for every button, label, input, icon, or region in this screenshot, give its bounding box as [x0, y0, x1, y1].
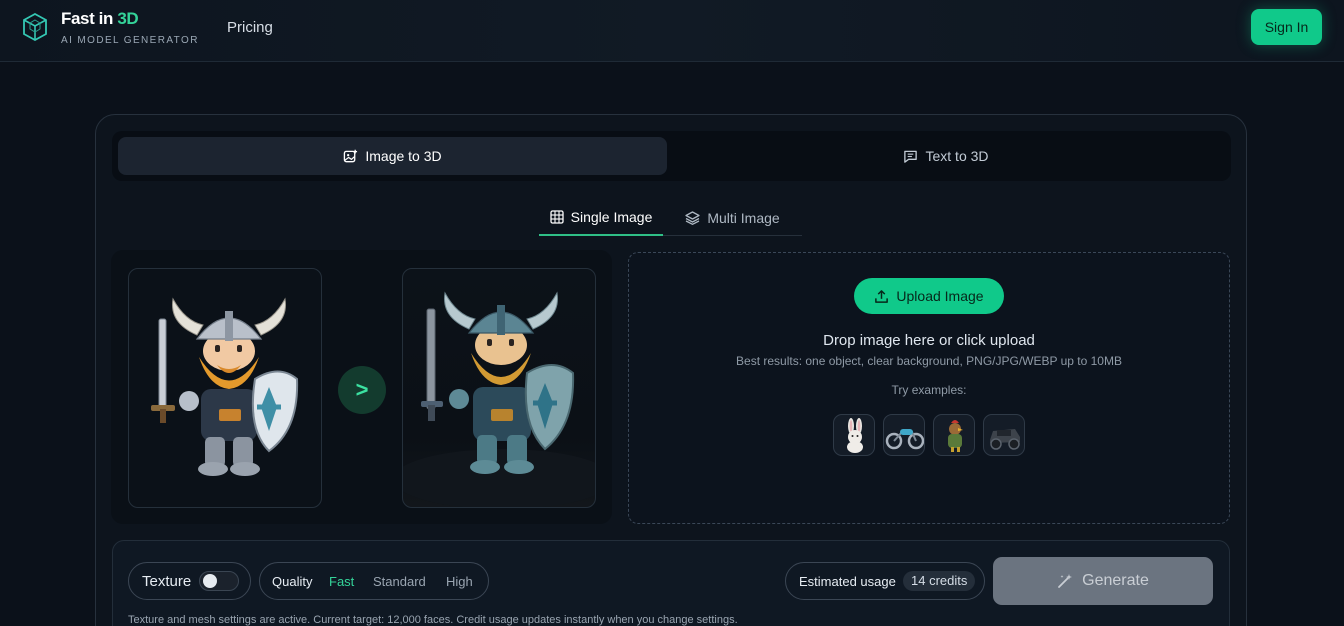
input-preview	[128, 268, 322, 508]
quality-option-high[interactable]: High	[446, 574, 473, 589]
example-knight-chicken[interactable]	[933, 414, 975, 456]
toggle-knob	[203, 574, 217, 588]
upload-image-button[interactable]: Upload Image	[854, 278, 1004, 314]
tab-multi-image[interactable]: Multi Image	[663, 200, 802, 235]
sign-in-button[interactable]: Sign In	[1251, 9, 1322, 45]
sub-tab-label: Multi Image	[707, 209, 780, 226]
tab-label: Image to 3D	[365, 148, 442, 164]
top-header: Fast in 3D AI MODEL GENERATOR Pricing Si…	[0, 0, 1344, 62]
magic-wand-icon	[1058, 574, 1073, 588]
sub-tabs: Single Image Multi Image	[539, 200, 802, 236]
example-offroad-vehicle[interactable]	[983, 414, 1025, 456]
usage-label: Estimated usage	[799, 573, 896, 589]
tab-label: Text to 3D	[925, 148, 989, 164]
grid-icon	[549, 210, 564, 224]
rabbit-example-icon	[847, 418, 863, 453]
texture-label: Texture	[142, 572, 192, 590]
example-rabbit[interactable]	[833, 414, 875, 456]
example-motorcycle[interactable]	[883, 414, 925, 456]
sub-tab-label: Single Image	[570, 209, 653, 225]
tab-image-to-3d[interactable]: Image to 3D	[118, 137, 667, 175]
brand-tagline: AI MODEL GENERATOR	[61, 35, 199, 46]
motorcycle-example-icon	[885, 429, 924, 450]
settings-footnote: Texture and mesh settings are active. Cu…	[128, 614, 738, 626]
quality-selector: Quality Fast Standard High	[259, 562, 489, 600]
tab-single-image[interactable]: Single Image	[539, 200, 663, 236]
arrow-indicator: >	[338, 366, 386, 414]
tab-text-to-3d[interactable]: Text to 3D	[667, 137, 1225, 175]
drop-hint: Best results: one object, clear backgrou…	[736, 354, 1122, 368]
cube-logo-icon[interactable]	[23, 13, 47, 41]
offroad-vehicle-example-icon	[990, 429, 1020, 450]
viking-warrior-2d-illustration	[151, 297, 299, 476]
knight-chicken-example-icon	[948, 420, 963, 452]
drop-title: Drop image here or click upload	[823, 332, 1035, 349]
quality-option-standard[interactable]: Standard	[373, 574, 426, 589]
generate-button[interactable]: Generate	[993, 557, 1213, 605]
quality-option-fast[interactable]: Fast	[329, 574, 354, 589]
estimated-usage: Estimated usage 14 credits	[785, 562, 985, 600]
upload-icon	[875, 289, 889, 303]
upload-button-label: Upload Image	[896, 288, 984, 304]
quality-label: Quality	[272, 573, 313, 589]
try-examples-label: Try examples:	[891, 383, 967, 397]
message-square-icon	[904, 150, 918, 163]
brand-name[interactable]: Fast in 3D	[61, 9, 139, 29]
viking-warrior-3d-render	[403, 291, 595, 507]
generate-label: Generate	[1082, 572, 1149, 589]
nav-pricing-link[interactable]: Pricing	[227, 19, 273, 36]
texture-toggle[interactable]	[199, 571, 239, 591]
credits-badge: 14 credits	[903, 571, 976, 591]
image-plus-icon	[344, 149, 358, 162]
texture-toggle-group: Texture	[128, 562, 251, 600]
output-preview	[402, 268, 596, 508]
layers-icon	[685, 210, 700, 225]
